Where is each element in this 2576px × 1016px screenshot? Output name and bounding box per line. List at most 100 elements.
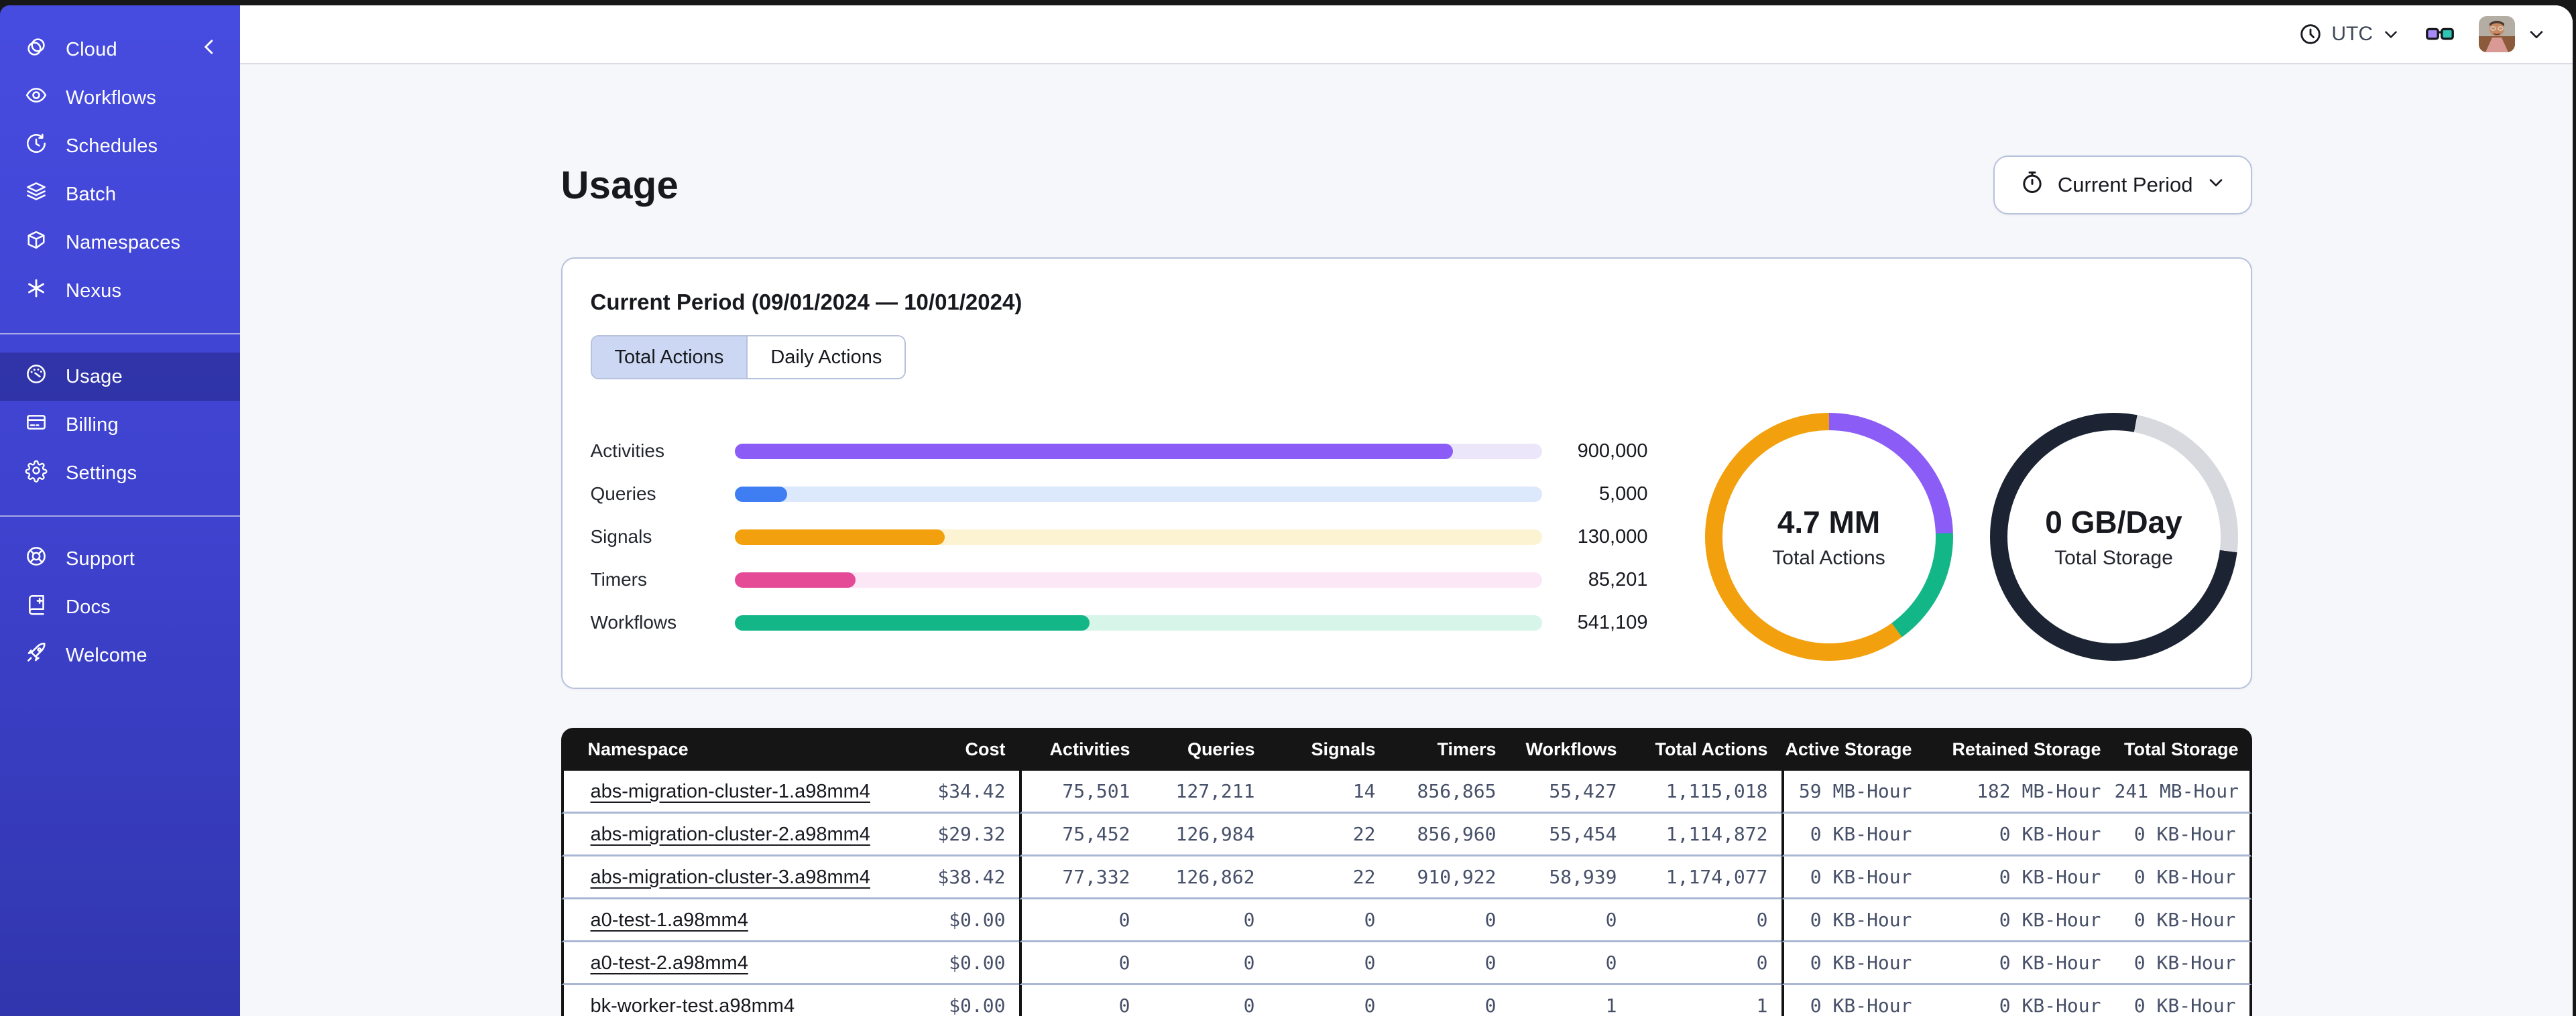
value-cell: 127,211 [1143,771,1269,814]
bar-fill [734,529,945,545]
column-header: Queries [1143,728,1269,771]
value-cell: 58,939 [1509,856,1631,899]
value-cell: 0 KB-Hour [2114,856,2252,899]
sidebar-item-label: Settings [66,462,137,484]
bar-label: Activities [590,440,664,461]
sidebar-item-support[interactable]: Support [0,535,240,583]
value-cell: 0 [1389,985,1510,1016]
value-cell: 0 KB-Hour [1925,814,2115,856]
sidebar-divider [0,333,240,334]
sidebar-item-label: Schedules [66,135,158,157]
namespace-cell: abs-migration-cluster-3.a98mm4 [561,856,937,899]
bar-label: Workflows [590,612,677,633]
namespace-link[interactable]: abs-migration-cluster-2.a98mm4 [591,824,870,845]
value-cell: 126,862 [1143,856,1269,899]
namespace-link[interactable]: abs-migration-cluster-3.a98mm4 [591,867,870,888]
sidebar-item-label: Welcome [66,644,148,666]
sidebar-item-settings[interactable]: Settings [0,449,240,497]
sidebar-item-workflows[interactable]: Workflows [0,74,240,122]
total-actions-donut-chart: 4.7 MM Total Actions [1704,413,1953,661]
column-header: Total Actions [1630,728,1781,771]
user-menu[interactable] [2479,16,2547,52]
column-header: Activities [1018,728,1144,771]
column-header: Retained Storage [1925,728,2115,771]
period-selector-button[interactable]: Current Period [1993,155,2252,214]
tab-total-actions[interactable]: Total Actions [591,336,747,378]
value-cell: 55,427 [1509,771,1631,814]
topbar: UTC [240,5,2573,64]
bar-fill [734,486,787,502]
sidebar-item-schedules[interactable]: Schedules [0,122,240,170]
value-cell: 1,174,077 [1630,856,1781,899]
usage-bar-row: Workflows 541,109 [591,601,1648,644]
value-cell: 0 KB-Hour [1925,899,2115,942]
column-header: Active Storage [1781,728,1926,771]
brand-label: Cloud [66,38,117,60]
value-cell: 0 KB-Hour [1781,856,1926,899]
bar-fill [734,443,1454,459]
value-cell: 0 KB-Hour [2114,985,2252,1016]
sidebar-item-nexus[interactable]: Nexus [0,267,240,315]
value-cell: 182 MB-Hour [1925,771,2115,814]
sidebar-item-usage[interactable]: Usage [0,353,240,401]
user-menu-chevron-icon [2526,23,2547,45]
value-cell: 0 [1018,899,1144,942]
total-actions-label: Total Actions [1772,547,1885,569]
schedules-icon [24,131,48,161]
value-cell: 0 KB-Hour [1925,856,2115,899]
glasses-icon[interactable] [2424,18,2456,50]
value-cell: 0 KB-Hour [1781,899,1926,942]
sidebar-item-label: Billing [66,414,119,436]
value-cell: 0 [1389,899,1510,942]
collapse-sidebar-chevron-icon[interactable] [197,35,221,64]
sidebar-item-billing[interactable]: Billing [0,401,240,449]
value-cell: 1 [1630,985,1781,1016]
value-cell: 1 [1509,985,1631,1016]
value-cell: 0 [1509,899,1631,942]
sidebar-item-label: Docs [66,596,111,618]
value-cell: $0.00 [936,899,1019,942]
value-cell: $0.00 [936,985,1019,1016]
table-row: abs-migration-cluster-1.a98mm4 $34.42 75,5… [561,771,2252,814]
value-cell: 0 [1389,942,1510,985]
bar-value: 130,000 [1577,525,1648,548]
sidebar: Cloud Workflows Schedules Batch Namespac… [0,5,240,1016]
tab-daily-actions[interactable]: Daily Actions [746,336,905,378]
chevron-down-icon [2205,172,2227,198]
sidebar-item-batch[interactable]: Batch [0,170,240,218]
value-cell: 0 [1143,899,1269,942]
timezone-selector[interactable]: UTC [2298,21,2401,47]
bar-label: Queries [590,483,656,504]
value-cell: 0 [1630,942,1781,985]
value-cell: 59 MB-Hour [1781,771,1926,814]
avatar[interactable] [2479,16,2515,52]
bar-track [734,529,1542,545]
sidebar-brand[interactable]: Cloud [0,25,240,74]
sidebar-item-label: Nexus [66,279,122,302]
value-cell: 0 [1268,899,1389,942]
value-cell: 910,922 [1389,856,1510,899]
namespace-link[interactable]: a0-test-1.a98mm4 [591,909,748,931]
bar-fill [734,615,1090,631]
settings-gear-icon [24,458,48,488]
namespace-cell: bk-worker-test.a98mm4 [561,985,937,1016]
usage-bar-row: Activities 900,000 [591,430,1648,472]
sidebar-item-welcome[interactable]: Welcome [0,631,240,680]
panel-title: Current Period (09/01/2024 — 10/01/2024) [590,290,1022,314]
namespace-link[interactable]: a0-test-2.a98mm4 [591,952,748,974]
namespace-link[interactable]: abs-migration-cluster-1.a98mm4 [591,781,870,802]
namespaces-icon [24,228,48,257]
sidebar-item-docs[interactable]: Docs [0,583,240,631]
value-cell: 856,865 [1389,771,1510,814]
sidebar-item-namespaces[interactable]: Namespaces [0,218,240,267]
value-cell: 0 KB-Hour [2114,814,2252,856]
column-header: Cost [936,728,1019,771]
table-row: abs-migration-cluster-2.a98mm4 $29.32 75,4… [561,814,2252,856]
period-selector-label: Current Period [2057,173,2193,196]
bar-value: 900,000 [1577,440,1648,462]
namespace-link[interactable]: bk-worker-test.a98mm4 [591,995,795,1016]
namespace-usage-table: Namespace Cost Activities Queries Signals Tim… [561,728,2252,1016]
total-actions-value: 4.7 MM [1777,505,1881,539]
usage-donuts: 4.7 MM Total Actions 0 GB/Day Total Stor… [1704,413,2238,661]
total-storage-label: Total Storage [2054,547,2173,569]
